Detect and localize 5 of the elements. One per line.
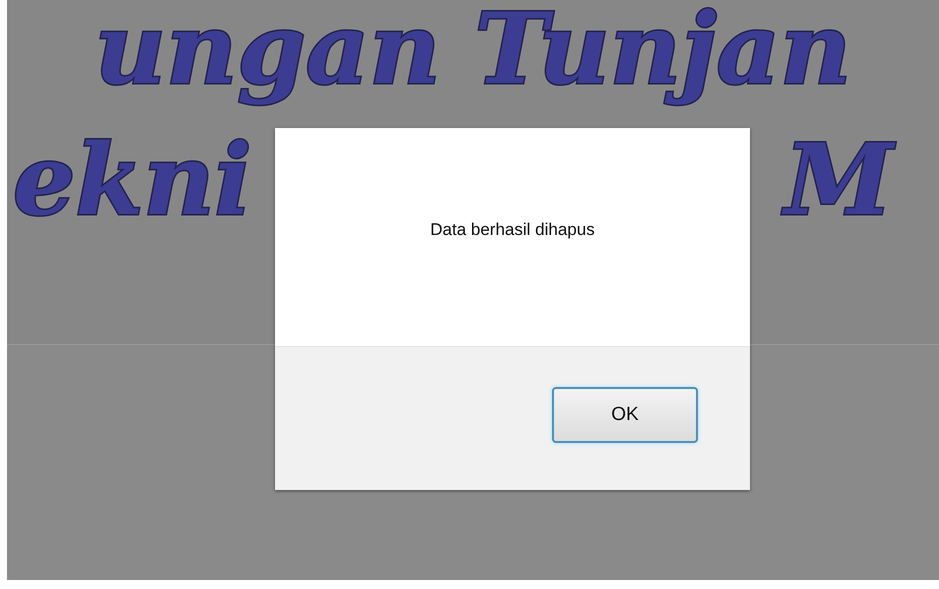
ok-button[interactable]: OK <box>552 387 698 443</box>
page-heading: ekni <box>12 124 253 238</box>
page-heading: ungan Tunjan <box>94 0 852 107</box>
dialog-message: Data berhasil dihapus <box>430 219 595 242</box>
page-heading: M <box>770 124 907 238</box>
